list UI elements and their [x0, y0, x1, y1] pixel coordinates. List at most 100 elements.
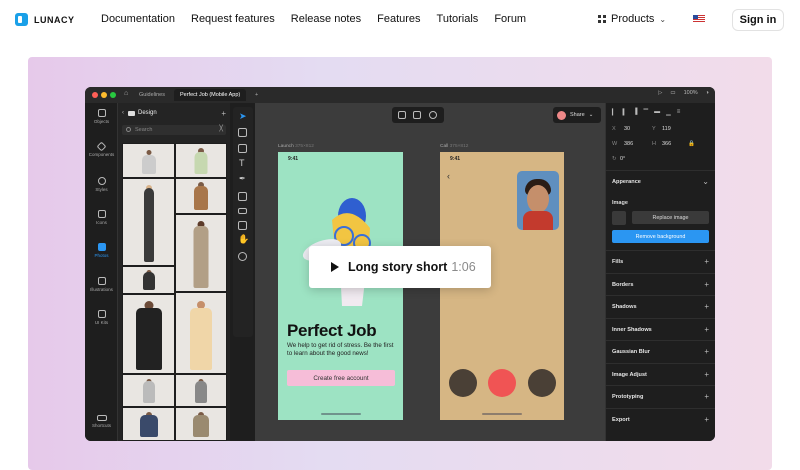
photo-thumb[interactable] — [122, 266, 175, 294]
maximize-dot-icon[interactable] — [110, 92, 116, 98]
shadows-section[interactable]: Shadows + — [606, 295, 715, 317]
theme-icon[interactable]: ◑ — [706, 90, 709, 96]
align-bottom-icon[interactable]: ▁ — [666, 109, 671, 116]
back-icon[interactable]: ‹ — [122, 110, 124, 116]
add-icon[interactable]: + — [704, 280, 709, 289]
hand-tool-icon[interactable]: ✋ — [238, 234, 249, 245]
frame-tool-icon[interactable] — [238, 128, 247, 137]
rail-styles[interactable]: Styles — [85, 177, 118, 192]
frame-label-launch[interactable]: Launch 375×812 — [278, 144, 314, 149]
add-icon[interactable]: + — [704, 302, 709, 311]
align-center-icon[interactable]: ▍ — [623, 109, 628, 116]
mask-icon[interactable] — [429, 111, 437, 119]
fills-section[interactable]: Fills + — [606, 250, 715, 272]
rectangle-tool-icon[interactable] — [238, 144, 247, 153]
add-icon[interactable]: + — [704, 325, 709, 334]
end-call-button[interactable] — [488, 369, 516, 397]
us-flag-icon[interactable] — [693, 15, 705, 23]
appearance-section[interactable]: Apperance ⌄ — [606, 170, 715, 192]
add-icon[interactable]: + — [221, 109, 226, 118]
inner-shadows-section[interactable]: Inner Shadows + — [606, 318, 715, 340]
edit-icon[interactable] — [398, 111, 406, 119]
rail-shortcuts[interactable]: Shortcuts — [85, 415, 118, 428]
products-menu[interactable]: Products ⌄ — [598, 13, 666, 25]
pen-tool-icon[interactable]: ✒ — [239, 174, 246, 183]
image-tool-icon[interactable] — [238, 192, 247, 201]
photo-thumb[interactable] — [175, 214, 227, 292]
frame-label-call[interactable]: Call 375×812 — [440, 144, 468, 149]
rotation-field[interactable]: 0° — [620, 156, 625, 162]
rail-ui-kits[interactable]: UI Kits — [85, 310, 118, 325]
sign-in-button[interactable]: Sign in — [732, 9, 784, 31]
align-middle-icon[interactable]: ▬ — [654, 109, 660, 116]
minimize-dot-icon[interactable] — [101, 92, 107, 98]
nav-link-features[interactable]: Features — [377, 13, 420, 25]
component-tool-icon[interactable] — [238, 208, 247, 214]
pointer-icon[interactable]: ➤ — [239, 111, 247, 122]
replace-image-button[interactable]: Replace image — [632, 211, 709, 224]
add-icon[interactable]: + — [704, 347, 709, 356]
back-arrow-icon[interactable]: ‹ — [447, 171, 450, 181]
rail-components[interactable]: Components — [85, 141, 118, 157]
home-icon[interactable]: ⌂ — [124, 90, 128, 97]
nav-link-forum[interactable]: Forum — [494, 13, 526, 25]
nav-link-request-features[interactable]: Request features — [191, 13, 275, 25]
present-icon[interactable]: ▭ — [670, 90, 675, 96]
h-field[interactable]: 366 — [662, 141, 671, 147]
photo-thumb[interactable] — [175, 143, 227, 178]
play-icon[interactable]: ▷ — [658, 90, 662, 96]
rail-icons[interactable]: Icons — [85, 210, 118, 225]
lock-icon[interactable]: 🔒 — [688, 141, 695, 147]
h-label: H — [652, 141, 656, 147]
photo-thumb[interactable] — [175, 374, 227, 407]
photo-thumb[interactable] — [122, 294, 175, 374]
photo-thumb[interactable] — [122, 178, 175, 266]
x-field[interactable]: 30 — [624, 126, 630, 132]
photo-thumb[interactable] — [122, 374, 175, 407]
borders-section[interactable]: Borders + — [606, 273, 715, 295]
camera-off-icon[interactable] — [528, 369, 556, 397]
image-adjust-section[interactable]: Image Adjust + — [606, 363, 715, 385]
text-tool-icon[interactable]: T — [239, 158, 245, 168]
nav-link-release-notes[interactable]: Release notes — [291, 13, 361, 25]
photo-thumb[interactable] — [175, 292, 227, 374]
tab-perfect-job[interactable]: Perfect Job (Mobile App) — [174, 89, 247, 101]
grid-tool-icon[interactable] — [238, 221, 247, 230]
distribute-icon[interactable]: ≡ — [677, 109, 681, 116]
rail-photos[interactable]: Photos — [85, 243, 118, 258]
nav-link-tutorials[interactable]: Tutorials — [437, 13, 479, 25]
add-icon[interactable]: + — [704, 370, 709, 379]
share-button[interactable]: Share ⌄ — [553, 107, 601, 123]
tab-guidelines[interactable]: Guidelines — [133, 89, 171, 101]
boolean-icon[interactable] — [413, 111, 421, 119]
lunacy-logo[interactable]: LUNACY — [15, 13, 75, 26]
remove-background-button[interactable]: Remove background — [612, 230, 709, 243]
new-tab-button[interactable]: + — [249, 89, 264, 101]
photo-thumb[interactable] — [175, 407, 227, 441]
close-dot-icon[interactable] — [92, 92, 98, 98]
w-field[interactable]: 386 — [624, 141, 633, 147]
filter-icon[interactable]: ╳ — [219, 125, 223, 132]
comment-tool-icon[interactable] — [238, 252, 247, 261]
rail-objects[interactable]: Objects — [85, 109, 118, 124]
nav-link-documentation[interactable]: Documentation — [101, 13, 175, 25]
align-right-icon[interactable]: ▐ — [633, 109, 637, 116]
add-icon[interactable]: + — [704, 257, 709, 266]
create-account-button[interactable]: Create free account — [287, 370, 395, 386]
prototyping-section[interactable]: Prototyping + — [606, 385, 715, 407]
align-top-icon[interactable]: ▔ — [644, 109, 649, 116]
photo-thumb[interactable] — [122, 143, 175, 178]
add-icon[interactable]: + — [704, 415, 709, 424]
add-icon[interactable]: + — [704, 392, 709, 401]
rail-illustrations[interactable]: Illustrations — [85, 277, 118, 292]
zoom-level[interactable]: 100% — [684, 90, 698, 96]
photo-thumb[interactable] — [175, 178, 227, 214]
photo-thumb[interactable] — [122, 407, 175, 441]
photo-search-input[interactable]: Search — [122, 125, 226, 135]
video-play-button[interactable]: Long story short 1:06 — [309, 246, 491, 288]
align-left-icon[interactable]: ▎ — [612, 109, 617, 116]
y-field[interactable]: 119 — [662, 126, 671, 132]
export-section[interactable]: Export + — [606, 408, 715, 430]
gaussian-blur-section[interactable]: Gaussian Blur + — [606, 340, 715, 362]
mute-mic-icon[interactable] — [449, 369, 477, 397]
